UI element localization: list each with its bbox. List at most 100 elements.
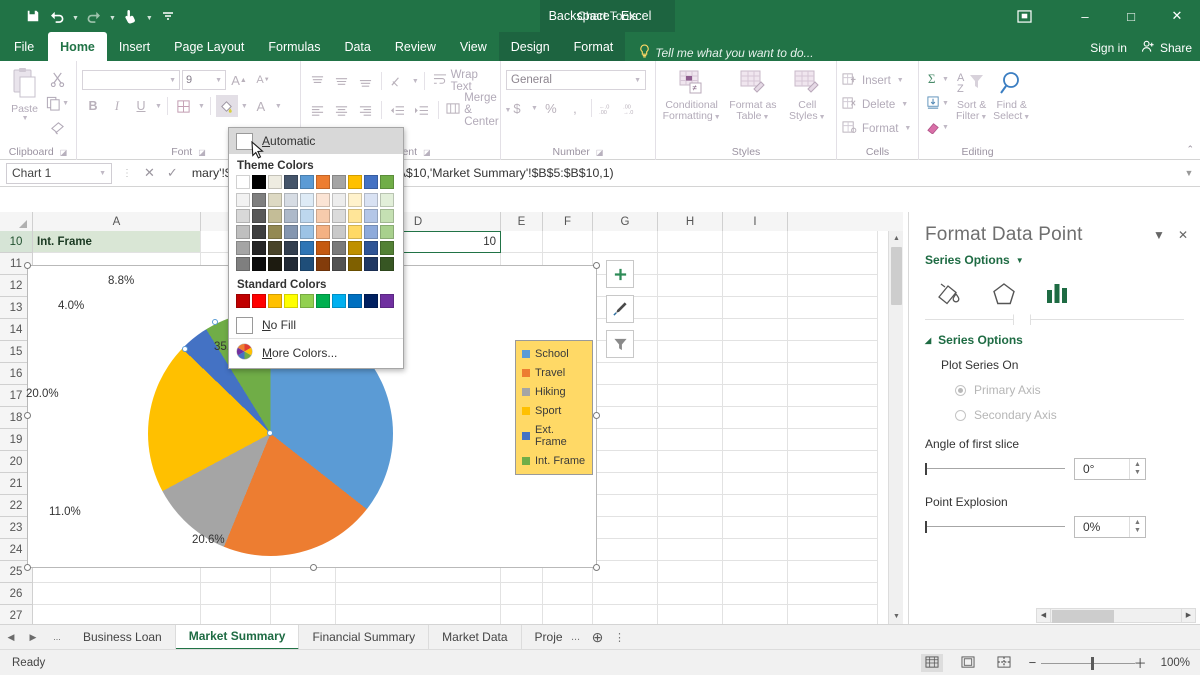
scroll-down-icon[interactable]: ▼ <box>889 609 904 624</box>
cell-I10[interactable] <box>723 231 788 253</box>
align-left-icon[interactable] <box>306 99 328 121</box>
color-swatch-deebf6[interactable] <box>300 193 314 207</box>
cell-H19[interactable] <box>658 429 723 451</box>
cell-H15[interactable] <box>658 341 723 363</box>
explosion-slider[interactable] <box>925 520 1065 534</box>
cell-J21[interactable] <box>788 473 878 495</box>
series-options-icon[interactable] <box>1043 280 1073 310</box>
explosion-spinner[interactable]: 0% ▲ ▼ <box>1074 516 1146 538</box>
cell-B26[interactable] <box>201 583 271 605</box>
color-swatch-833c0b[interactable] <box>316 257 330 271</box>
color-swatch-222a35[interactable] <box>284 257 298 271</box>
pie-slice-handle-1[interactable] <box>212 319 218 325</box>
bold-button[interactable]: B <box>82 95 104 117</box>
color-swatch-dbdbdb[interactable] <box>332 209 346 223</box>
sort-filter-button[interactable]: AZ Sort & Filter▼ <box>954 68 989 123</box>
autosum-icon[interactable]: Σ ▼ <box>924 68 951 90</box>
tell-me-search[interactable]: Tell me what you want to do... <box>625 44 814 61</box>
cut-icon[interactable] <box>44 68 71 90</box>
color-swatch-000000[interactable] <box>252 175 266 189</box>
tab-file[interactable]: File <box>0 32 49 61</box>
pie-slice-handle-2[interactable] <box>182 346 188 352</box>
color-swatch-a5a5a5[interactable] <box>236 241 250 255</box>
cancel-formula-icon[interactable]: ✕ <box>144 165 155 181</box>
find-select-dropdown-icon[interactable]: ▼ <box>1023 114 1030 121</box>
undo-icon[interactable] <box>46 5 68 27</box>
align-right-icon[interactable] <box>354 99 376 121</box>
cell-I22[interactable] <box>723 495 788 517</box>
hscroll-left-icon[interactable]: ◀ <box>1036 607 1051 623</box>
cell-H14[interactable] <box>658 319 723 341</box>
color-swatch-7f7f7f[interactable] <box>252 193 266 207</box>
color-swatch-002060[interactable] <box>364 294 378 308</box>
angle-spinner-arrows[interactable]: ▲ ▼ <box>1129 459 1145 479</box>
insert-cells-button[interactable]: Insert ▼ <box>842 69 904 92</box>
paste-button[interactable]: Paste ▼ <box>5 65 44 122</box>
color-swatch-9cc3e5[interactable] <box>300 225 314 239</box>
chart-handle-br[interactable] <box>593 564 600 571</box>
sheet-tab-market-summary[interactable]: Market Summary <box>175 624 300 650</box>
color-swatch-7f7f7f[interactable] <box>236 257 250 271</box>
column-header-E[interactable]: E <box>501 212 543 231</box>
cell-F26[interactable] <box>543 583 593 605</box>
cell-I26[interactable] <box>723 583 788 605</box>
cell-I20[interactable] <box>723 451 788 473</box>
pane-subtitle[interactable]: Series Options ▼ <box>925 253 1184 267</box>
sheet-tab-business-loan[interactable]: Business Loan <box>70 624 176 650</box>
increase-font-size-icon[interactable]: A ▲ <box>228 69 250 91</box>
chart-styles-button[interactable] <box>606 295 634 323</box>
color-swatch-44546a[interactable] <box>284 175 298 189</box>
number-format-dropdown-icon[interactable]: ▼ <box>634 77 641 84</box>
cell-I18[interactable] <box>723 407 788 429</box>
fill-dropdown-icon[interactable]: ▼ <box>942 100 949 107</box>
cell-H12[interactable] <box>658 275 723 297</box>
undo-dropdown-icon[interactable]: ▼ <box>70 15 81 22</box>
cell-I17[interactable] <box>723 385 788 407</box>
cell-H16[interactable] <box>658 363 723 385</box>
color-swatch-5b9bd5[interactable] <box>300 175 314 189</box>
legend-entry-int-frame[interactable]: Int. Frame <box>522 455 586 467</box>
color-swatch-d9e2f3[interactable] <box>364 193 378 207</box>
column-header-I[interactable]: I <box>723 212 788 231</box>
increase-indent-icon[interactable] <box>411 99 433 121</box>
cell-J26[interactable] <box>788 583 878 605</box>
redo-icon[interactable] <box>83 5 105 27</box>
cell-I15[interactable] <box>723 341 788 363</box>
name-box-dropdown-icon[interactable]: ▼ <box>99 170 106 177</box>
font-name-dropdown-icon[interactable]: ▼ <box>169 77 176 84</box>
tab-page-layout[interactable]: Page Layout <box>162 32 256 61</box>
no-fill-item[interactable]: No Fill <box>229 312 403 338</box>
zoom-in-button[interactable]: ＋ <box>1134 653 1147 672</box>
angle-spinner[interactable]: 0° ▲ ▼ <box>1074 458 1146 480</box>
cell-J20[interactable] <box>788 451 878 473</box>
underline-dropdown-icon[interactable]: ▼ <box>155 103 162 110</box>
borders-dropdown-icon[interactable]: ▼ <box>198 103 205 110</box>
horizontal-scroll-thumb[interactable] <box>1052 609 1114 623</box>
color-swatch-f4b183[interactable] <box>316 225 330 239</box>
chart-handle-bl[interactable] <box>24 564 31 571</box>
hscroll-right-icon[interactable]: ▶ <box>1181 607 1196 623</box>
cell-H22[interactable] <box>658 495 723 517</box>
name-box[interactable]: Chart 1 ▼ <box>6 162 112 184</box>
collapse-ribbon-icon[interactable]: ⌃ <box>1186 144 1194 155</box>
decrease-font-size-icon[interactable]: A ▼ <box>252 69 274 91</box>
cell-H10[interactable] <box>658 231 723 253</box>
align-bottom-icon[interactable] <box>354 70 376 92</box>
color-swatch-00b0f0[interactable] <box>332 294 346 308</box>
cell-J10[interactable] <box>788 231 878 253</box>
decrease-indent-icon[interactable] <box>387 99 409 121</box>
cell-I23[interactable] <box>723 517 788 539</box>
series-options-section-header[interactable]: ◢ Series Options <box>925 333 1184 347</box>
align-middle-icon[interactable] <box>330 70 352 92</box>
color-swatch-bf9000[interactable] <box>348 241 362 255</box>
enter-formula-icon[interactable]: ✓ <box>167 165 178 181</box>
orientation-dropdown-icon[interactable]: ▼ <box>412 78 419 85</box>
color-swatch-3f3f3f[interactable] <box>252 225 266 239</box>
cell-J16[interactable] <box>788 363 878 385</box>
cell-styles-button[interactable]: Cell Styles▼ <box>784 67 831 123</box>
cell-I25[interactable] <box>723 561 788 583</box>
column-header-J[interactable] <box>788 212 903 231</box>
color-swatch-92d050[interactable] <box>300 294 314 308</box>
color-swatch-bfbfbf[interactable] <box>236 225 250 239</box>
color-swatch-ff0000[interactable] <box>252 294 266 308</box>
